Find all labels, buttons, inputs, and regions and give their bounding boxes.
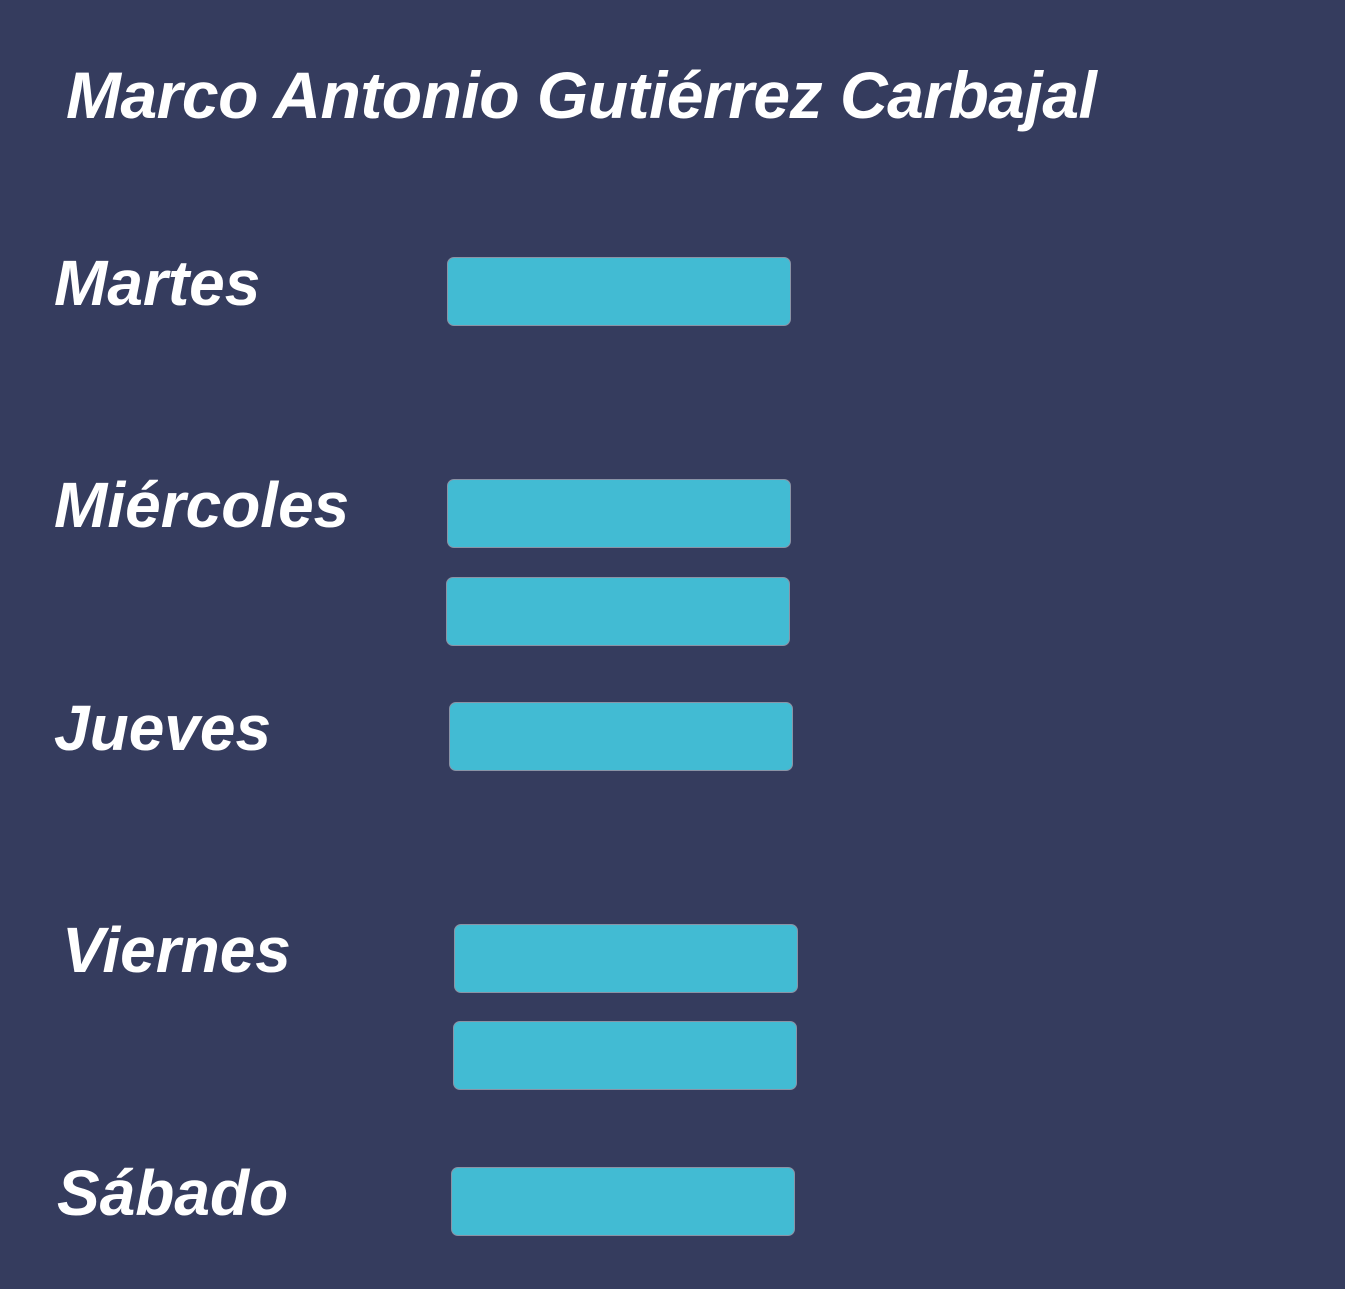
time-slot-viernes-1[interactable] xyxy=(454,924,798,993)
time-slot-martes-1[interactable] xyxy=(447,257,791,326)
time-slot-jueves-1[interactable] xyxy=(449,702,793,771)
day-label-martes: Martes xyxy=(54,247,261,319)
day-label-jueves: Jueves xyxy=(54,692,272,764)
time-slot-sabado-1[interactable] xyxy=(451,1167,795,1236)
day-label-miercoles: Miércoles xyxy=(54,469,350,541)
day-label-viernes: Viernes xyxy=(62,914,291,986)
time-slot-viernes-2[interactable] xyxy=(453,1021,797,1090)
time-slot-miercoles-1[interactable] xyxy=(447,479,791,548)
time-slot-miercoles-2[interactable] xyxy=(446,577,790,646)
page-title: Marco Antonio Gutiérrez Carbajal xyxy=(66,58,1097,132)
day-label-sabado: Sábado xyxy=(57,1157,289,1229)
